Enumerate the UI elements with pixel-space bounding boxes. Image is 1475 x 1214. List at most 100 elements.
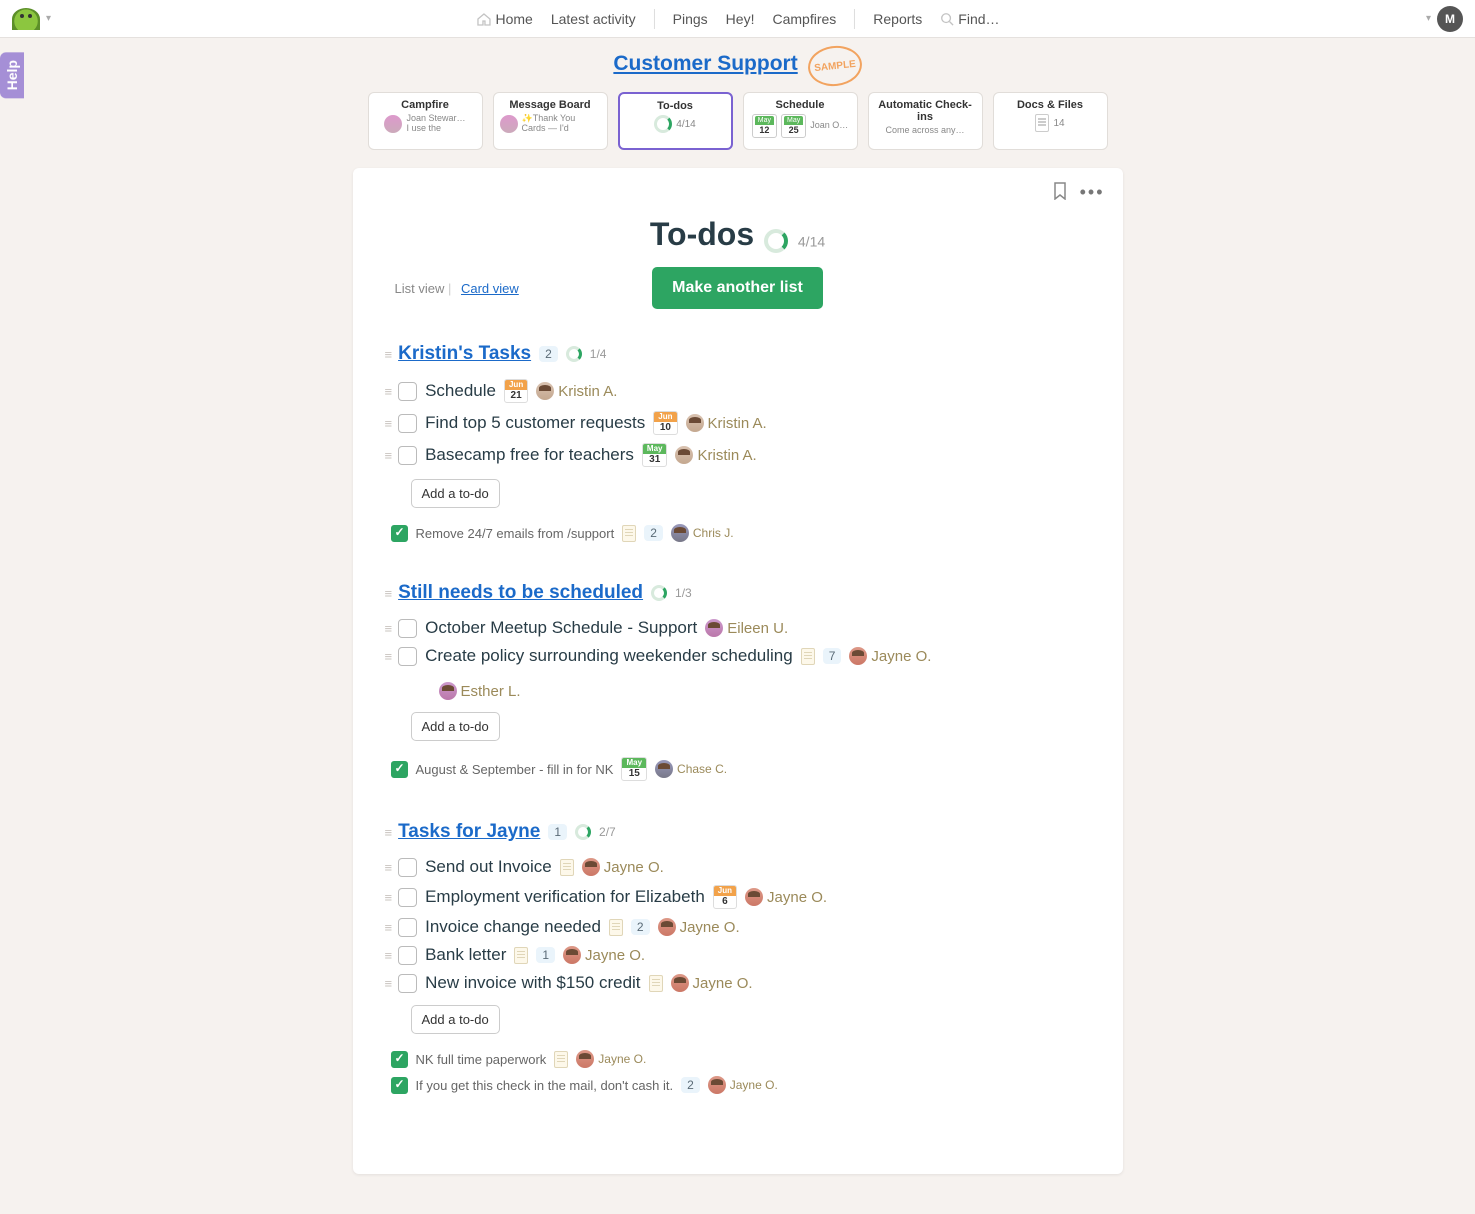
nav-home[interactable]: Home [475, 11, 532, 27]
project-title[interactable]: Customer Support [613, 52, 797, 76]
todo-checkbox[interactable] [398, 446, 417, 465]
assignee[interactable]: Jayne O. [576, 1050, 646, 1068]
sample-stamp-icon: SAMPLE [806, 43, 864, 88]
nav-find[interactable]: Find… [940, 11, 999, 27]
assignee[interactable]: Jayne O. [658, 918, 740, 936]
todo-text[interactable]: Invoice change needed [425, 917, 601, 937]
todo-text[interactable]: New invoice with $150 credit [425, 973, 640, 993]
add-todo-button[interactable]: Add a to-do [411, 1005, 500, 1034]
todo-checkbox[interactable] [398, 858, 417, 877]
todo-text[interactable]: Remove 24/7 emails from /support [416, 526, 615, 541]
drag-handle-icon[interactable]: ≡ [385, 347, 391, 362]
assignee[interactable]: Chase C. [655, 760, 727, 778]
todo-checkbox-checked[interactable] [391, 1051, 408, 1068]
drag-handle-icon[interactable]: ≡ [385, 920, 391, 935]
todo-checkbox-checked[interactable] [391, 1077, 408, 1094]
assignee[interactable]: Esther L. [439, 682, 521, 700]
comment-count-badge[interactable]: 2 [539, 346, 558, 362]
todo-text[interactable]: Basecamp free for teachers [425, 445, 634, 465]
todo-checkbox[interactable] [398, 382, 417, 401]
list-title[interactable]: Still needs to be scheduled [398, 582, 643, 604]
note-icon[interactable] [560, 859, 574, 876]
make-list-button[interactable]: Make another list [652, 267, 823, 309]
drag-handle-icon[interactable]: ≡ [385, 416, 391, 431]
note-icon[interactable] [554, 1051, 568, 1068]
todo-text[interactable]: Find top 5 customer requests [425, 413, 645, 433]
add-todo-button[interactable]: Add a to-do [411, 712, 500, 741]
note-icon[interactable] [514, 947, 528, 964]
nav-pings[interactable]: Pings [673, 11, 708, 27]
assignee[interactable]: Jayne O. [563, 946, 645, 964]
todo-checkbox[interactable] [398, 974, 417, 993]
comment-count-badge[interactable]: 2 [644, 525, 663, 541]
todo-text[interactable]: NK full time paperwork [416, 1052, 547, 1067]
todo-text[interactable]: Employment verification for Elizabeth [425, 887, 705, 907]
todo-checkbox-checked[interactable] [391, 525, 408, 542]
note-icon[interactable] [609, 919, 623, 936]
drag-handle-icon[interactable]: ≡ [385, 621, 391, 636]
todo-checkbox[interactable] [398, 414, 417, 433]
list-title[interactable]: Tasks for Jayne [398, 821, 540, 843]
todo-checkbox[interactable] [398, 647, 417, 666]
tool-campfire[interactable]: Campfire Joan Stewar…I use the [368, 92, 483, 150]
drag-handle-icon[interactable]: ≡ [385, 384, 391, 399]
comment-count-badge[interactable]: 2 [631, 919, 650, 935]
nav-latest[interactable]: Latest activity [551, 11, 636, 27]
comment-count-badge[interactable]: 1 [536, 947, 555, 963]
more-menu-button[interactable]: ••• [1080, 182, 1105, 203]
bookmark-button[interactable] [1052, 182, 1068, 203]
assignee[interactable]: Chris J. [671, 524, 734, 542]
todo-text[interactable]: Create policy surrounding weekender sche… [425, 646, 793, 666]
assignee[interactable]: Jayne O. [708, 1076, 778, 1094]
nav-reports[interactable]: Reports [873, 11, 922, 27]
todo-text[interactable]: Schedule [425, 381, 496, 401]
note-icon[interactable] [622, 525, 636, 542]
drag-handle-icon[interactable]: ≡ [385, 586, 391, 601]
drag-handle-icon[interactable]: ≡ [385, 948, 391, 963]
nav-hey[interactable]: Hey! [726, 11, 755, 27]
tool-checkins[interactable]: Automatic Check-ins Come across any… [868, 92, 983, 150]
todo-checkbox[interactable] [398, 888, 417, 907]
todo-text[interactable]: August & September - fill in for NK [416, 762, 614, 777]
assignee[interactable]: Kristin A. [675, 446, 756, 464]
drag-handle-icon[interactable]: ≡ [385, 448, 391, 463]
drag-handle-icon[interactable]: ≡ [385, 890, 391, 905]
assignee[interactable]: Kristin A. [686, 414, 767, 432]
todo-checkbox-checked[interactable] [391, 761, 408, 778]
nav-campfires[interactable]: Campfires [772, 11, 836, 27]
comment-count-badge[interactable]: 2 [681, 1077, 700, 1093]
assignee[interactable]: Eileen U. [705, 619, 788, 637]
drag-handle-icon[interactable]: ≡ [385, 976, 391, 991]
assignee[interactable]: Jayne O. [745, 888, 827, 906]
todo-checkbox[interactable] [398, 619, 417, 638]
note-icon[interactable] [801, 648, 815, 665]
note-icon[interactable] [649, 975, 663, 992]
drag-handle-icon[interactable]: ≡ [385, 649, 391, 664]
logo-icon[interactable] [12, 8, 40, 30]
drag-handle-icon[interactable]: ≡ [385, 860, 391, 875]
todo-text[interactable]: October Meetup Schedule - Support [425, 618, 697, 638]
user-menu-caret-icon[interactable]: ▾ [1426, 13, 1431, 24]
todo-text[interactable]: If you get this check in the mail, don't… [416, 1078, 674, 1093]
comment-count-badge[interactable]: 1 [548, 824, 567, 840]
todo-text[interactable]: Bank letter [425, 945, 506, 965]
user-avatar[interactable]: M [1437, 6, 1463, 32]
assignee[interactable]: Jayne O. [849, 647, 931, 665]
todo-checkbox[interactable] [398, 918, 417, 937]
assignee[interactable]: Jayne O. [671, 974, 753, 992]
assignee[interactable]: Kristin A. [536, 382, 617, 400]
tool-todos[interactable]: To-dos 4/14 [618, 92, 733, 150]
list-view-toggle[interactable]: List view [395, 281, 445, 296]
tool-message-board[interactable]: Message Board ✨Thank You Cards — I'd [493, 92, 608, 150]
comment-count-badge[interactable]: 7 [823, 648, 842, 664]
card-view-toggle[interactable]: Card view [461, 281, 519, 296]
tool-docs[interactable]: Docs & Files 14 [993, 92, 1108, 150]
list-title[interactable]: Kristin's Tasks [398, 343, 531, 365]
todo-checkbox[interactable] [398, 946, 417, 965]
drag-handle-icon[interactable]: ≡ [385, 825, 391, 840]
account-menu-caret-icon[interactable]: ▾ [46, 13, 51, 24]
tool-schedule[interactable]: Schedule May12 May25 Joan O… [743, 92, 858, 150]
todo-text[interactable]: Send out Invoice [425, 857, 552, 877]
assignee[interactable]: Jayne O. [582, 858, 664, 876]
add-todo-button[interactable]: Add a to-do [411, 479, 500, 508]
